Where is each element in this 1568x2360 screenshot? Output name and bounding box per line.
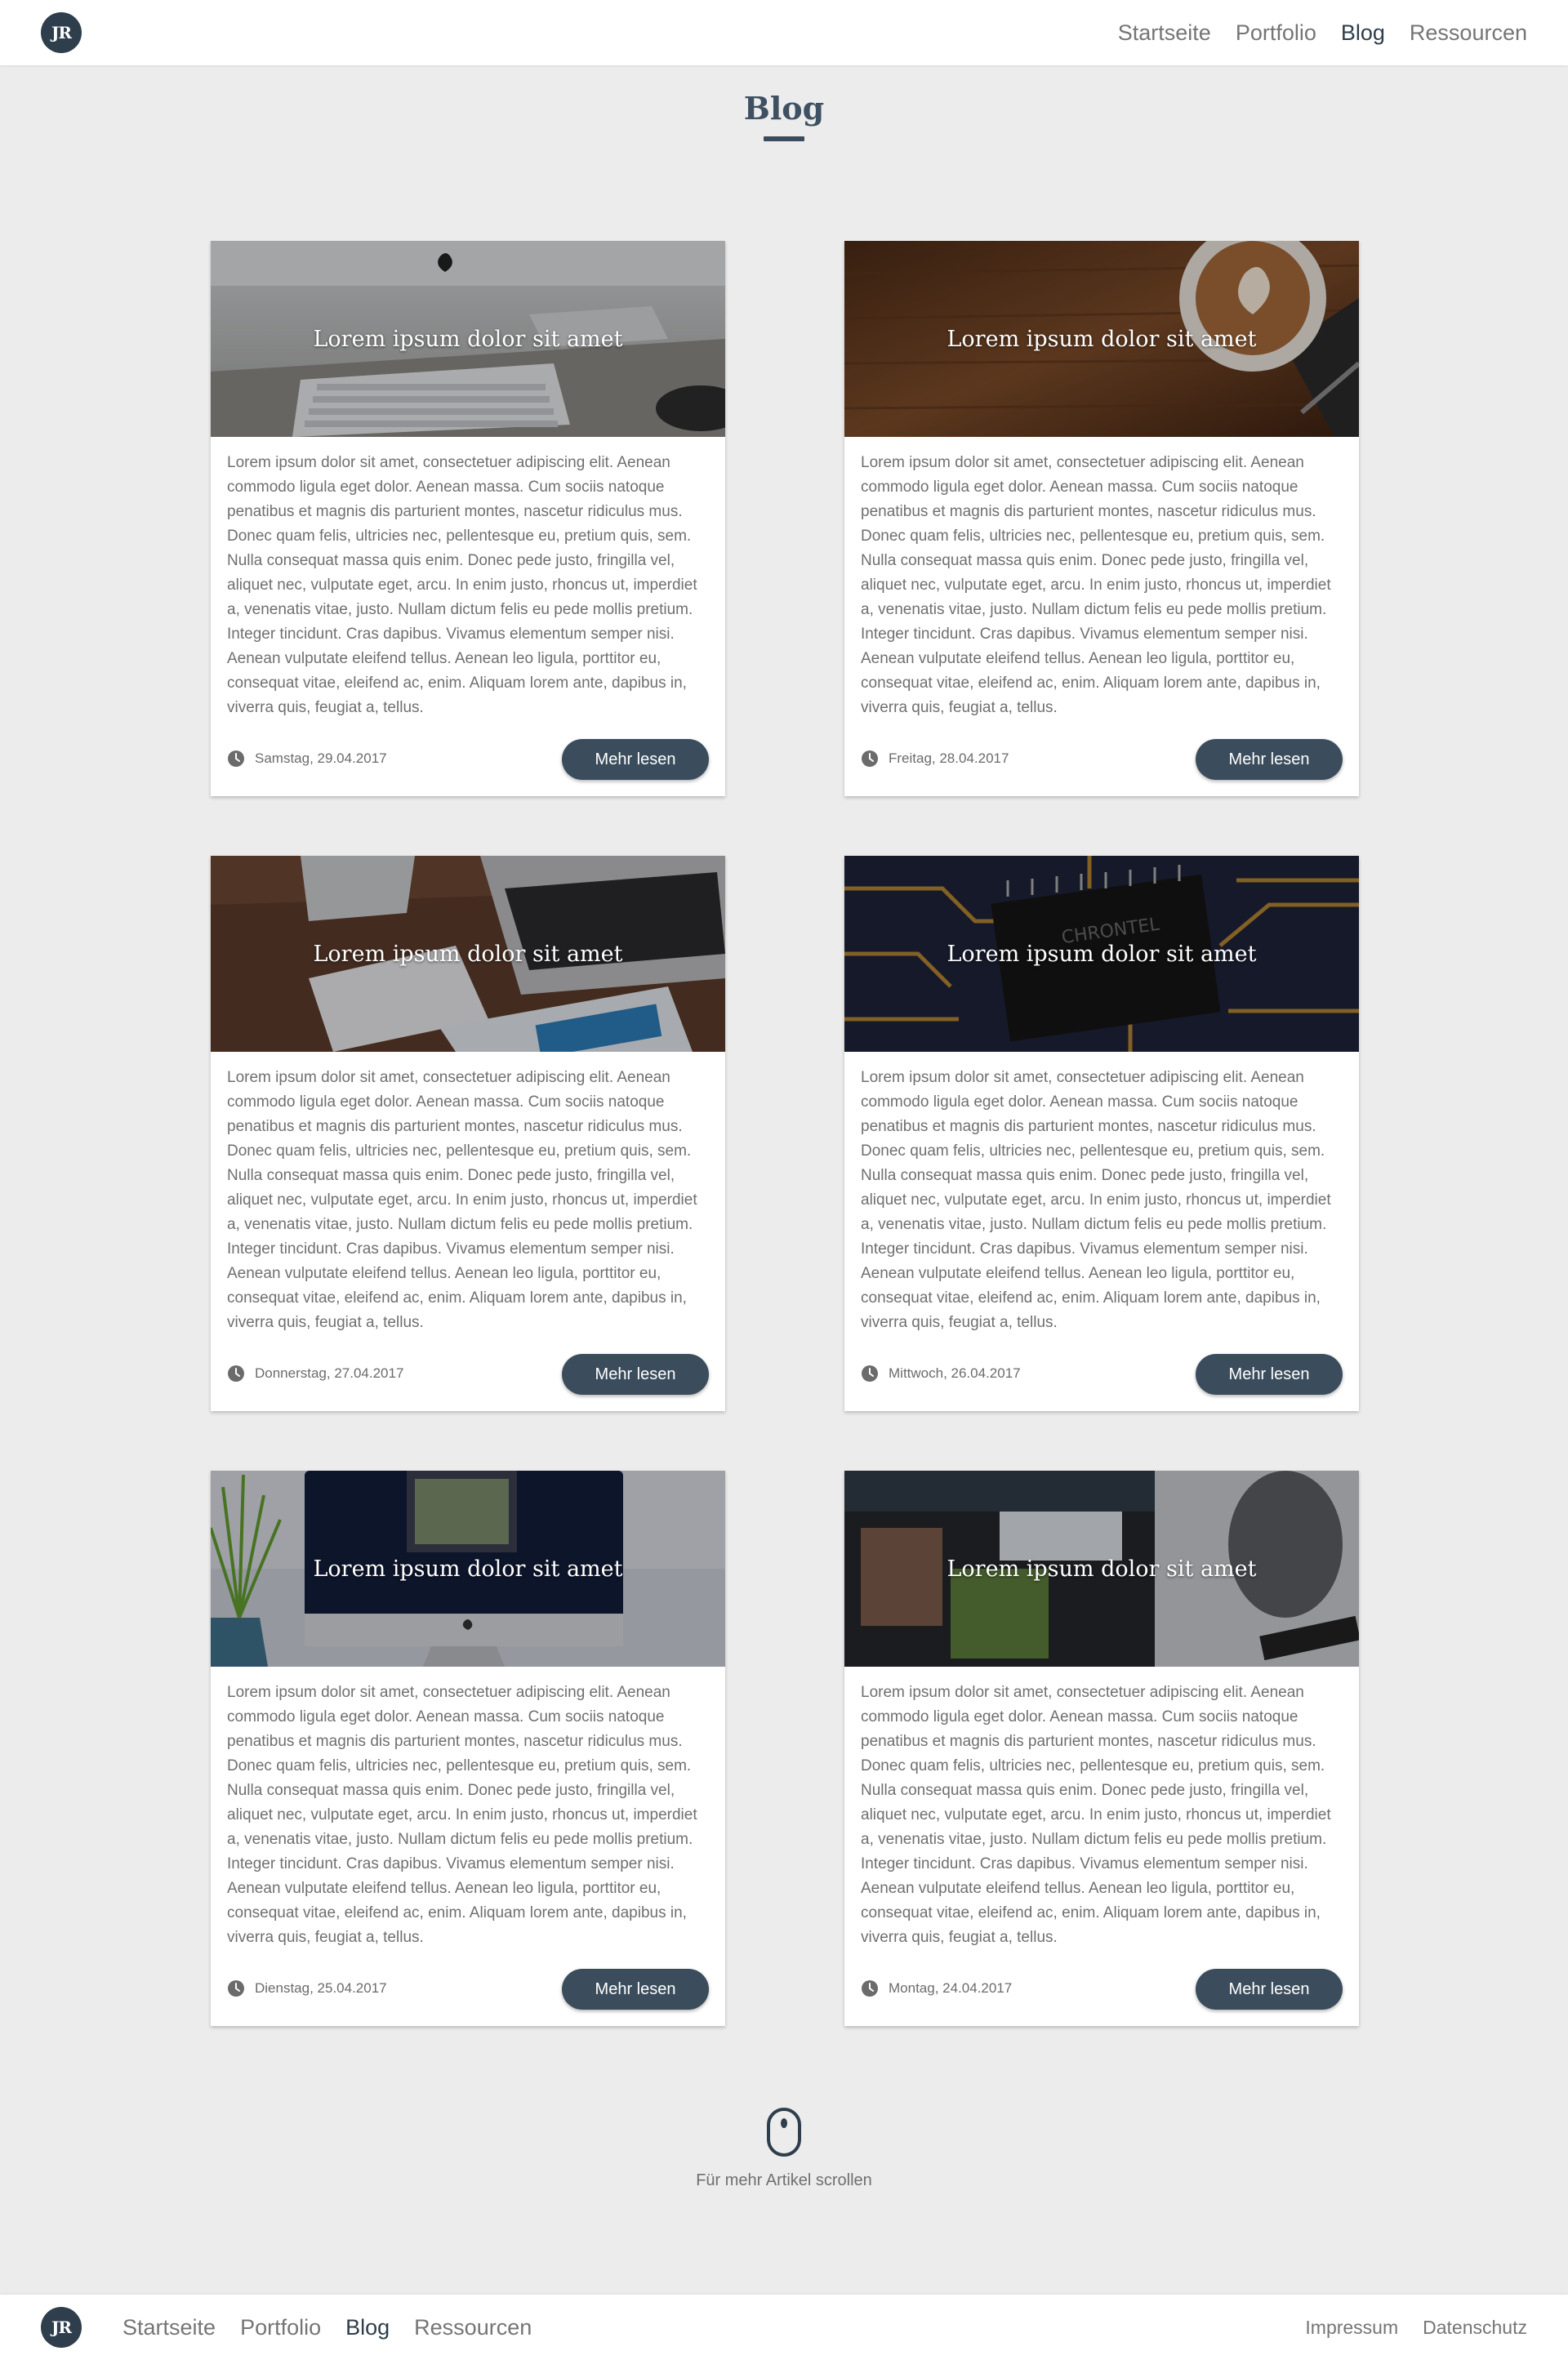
datenschutz-link[interactable]: Datenschutz xyxy=(1423,2317,1527,2339)
card-excerpt: Lorem ipsum dolor sit amet, consectetuer… xyxy=(227,1684,697,1946)
card-title[interactable]: Lorem ipsum dolor sit amet xyxy=(844,241,1359,437)
footer-link-portfolio[interactable]: Portfolio xyxy=(240,2315,321,2340)
card-date: Montag, 24.04.2017 xyxy=(861,1979,1012,1998)
nav-link-blog[interactable]: Blog xyxy=(1341,20,1385,46)
legal-links: Impressum Datenschutz xyxy=(1305,2295,1527,2360)
card-date-text: Montag, 24.04.2017 xyxy=(889,1980,1013,1996)
card-date-text: Donnerstag, 27.04.2017 xyxy=(255,1365,404,1381)
card-date: Donnerstag, 27.04.2017 xyxy=(227,1364,403,1383)
card-date-text: Dienstag, 25.04.2017 xyxy=(255,1980,387,1996)
footer: JR Startseite Portfolio Blog Ressourcen … xyxy=(0,2295,1568,2360)
card-date: Freitag, 28.04.2017 xyxy=(861,749,1009,768)
card-image-imac-keyboard[interactable]: Lorem ipsum dolor sit amet xyxy=(211,241,725,437)
top-navbar: JR Startseite Portfolio Blog Ressourcen xyxy=(0,0,1568,65)
clock-icon xyxy=(861,750,879,768)
card-title[interactable]: Lorem ipsum dolor sit amet xyxy=(844,856,1359,1052)
nav-link-startseite[interactable]: Startseite xyxy=(1118,20,1211,46)
card-image-circuit-board[interactable]: CHRONTEL Lorem ipsum dolor sit amet xyxy=(844,856,1359,1052)
footer-link-startseite[interactable]: Startseite xyxy=(122,2315,216,2340)
scroll-hint-text: Für mehr Artikel scrollen xyxy=(696,2171,872,2189)
read-more-button[interactable]: Mehr lesen xyxy=(562,1969,709,2010)
footer-logo[interactable]: JR xyxy=(41,2307,82,2348)
card-excerpt: Lorem ipsum dolor sit amet, consectetuer… xyxy=(227,454,697,716)
card-excerpt: Lorem ipsum dolor sit amet, consectetuer… xyxy=(861,1684,1331,1946)
title-underline xyxy=(764,136,804,141)
card-title[interactable]: Lorem ipsum dolor sit amet xyxy=(844,1471,1359,1667)
logo[interactable]: JR xyxy=(41,12,82,53)
nav-link-portfolio[interactable]: Portfolio xyxy=(1236,20,1316,46)
card-excerpt: Lorem ipsum dolor sit amet, consectetuer… xyxy=(861,1069,1331,1331)
clock-icon xyxy=(227,1365,245,1383)
clock-icon xyxy=(227,750,245,768)
card-image-coffee[interactable]: Lorem ipsum dolor sit amet xyxy=(844,241,1359,437)
blog-card: Lorem ipsum dolor sit amet Lorem ipsum d… xyxy=(844,1471,1359,2026)
impressum-link[interactable]: Impressum xyxy=(1305,2317,1398,2339)
nav-link-ressourcen[interactable]: Ressourcen xyxy=(1410,20,1527,46)
main-nav: Startseite Portfolio Blog Ressourcen xyxy=(1118,0,1527,65)
blog-card: Lorem ipsum dolor sit amet Lorem ipsum d… xyxy=(211,856,725,1411)
card-title[interactable]: Lorem ipsum dolor sit amet xyxy=(211,241,725,437)
read-more-button[interactable]: Mehr lesen xyxy=(1196,1354,1343,1395)
clock-icon xyxy=(861,1365,879,1383)
blog-card: Lorem ipsum dolor sit amet Lorem ipsum d… xyxy=(844,241,1359,796)
card-excerpt: Lorem ipsum dolor sit amet, consectetuer… xyxy=(861,454,1331,716)
card-image-laptop-twitter[interactable]: Lorem ipsum dolor sit amet xyxy=(844,1471,1359,1667)
card-date-text: Mittwoch, 26.04.2017 xyxy=(889,1365,1021,1381)
read-more-button[interactable]: Mehr lesen xyxy=(562,1354,709,1395)
card-date-text: Samstag, 29.04.2017 xyxy=(255,750,387,766)
blog-card: CHRONTEL Lorem ipsum dolor sit amet Lore… xyxy=(844,856,1359,1411)
card-title[interactable]: Lorem ipsum dolor sit amet xyxy=(211,856,725,1052)
card-date: Samstag, 29.04.2017 xyxy=(227,749,387,768)
card-title[interactable]: Lorem ipsum dolor sit amet xyxy=(211,1471,725,1667)
card-date: Dienstag, 25.04.2017 xyxy=(227,1979,387,1998)
card-date: Mittwoch, 26.04.2017 xyxy=(861,1364,1021,1383)
card-excerpt: Lorem ipsum dolor sit amet, consectetuer… xyxy=(227,1069,697,1331)
blog-card: Lorem ipsum dolor sit amet Lorem ipsum d… xyxy=(211,241,725,796)
clock-icon xyxy=(861,1979,879,1997)
clock-icon xyxy=(227,1979,245,1997)
read-more-button[interactable]: Mehr lesen xyxy=(562,739,709,780)
blog-card: Lorem ipsum dolor sit amet Lorem ipsum d… xyxy=(211,1471,725,2026)
card-date-text: Freitag, 28.04.2017 xyxy=(889,750,1009,766)
card-image-desk-laptop[interactable]: Lorem ipsum dolor sit amet xyxy=(211,856,725,1052)
footer-link-blog[interactable]: Blog xyxy=(345,2315,390,2340)
read-more-button[interactable]: Mehr lesen xyxy=(1196,739,1343,780)
scroll-hint: Für mehr Artikel scrollen xyxy=(0,2107,1568,2190)
footer-nav: Startseite Portfolio Blog Ressourcen xyxy=(122,2295,532,2360)
page-title: Blog xyxy=(743,90,825,127)
mouse-icon xyxy=(766,2107,802,2162)
card-image-imac-plant[interactable]: Lorem ipsum dolor sit amet xyxy=(211,1471,725,1667)
read-more-button[interactable]: Mehr lesen xyxy=(1196,1969,1343,2010)
footer-link-ressourcen[interactable]: Ressourcen xyxy=(414,2315,532,2340)
